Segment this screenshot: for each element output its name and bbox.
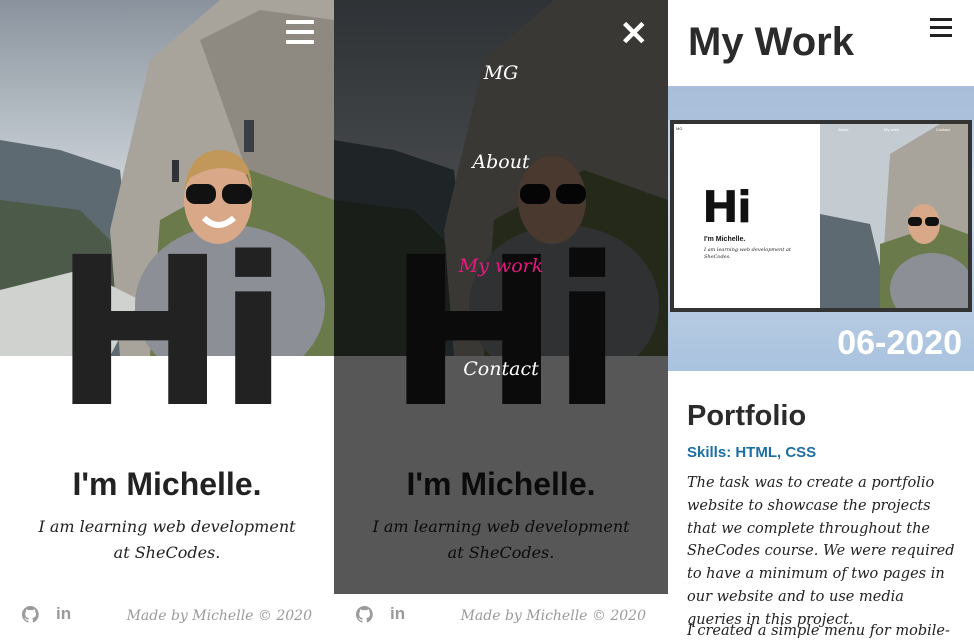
project-screenshot[interactable]: MG Hi I'm Michelle. I am learning web de… <box>670 120 972 312</box>
project-description-continued: I created a simple menu for mobile- <box>687 623 950 639</box>
menu-open-screen: Hi I'm Michelle. I am learning web devel… <box>334 0 668 640</box>
menu-overlay <box>334 0 668 594</box>
menu-toggle-button[interactable] <box>930 18 952 38</box>
menu-item-logo[interactable]: MG <box>334 62 668 84</box>
menu-bar <box>930 34 952 37</box>
project-description: The task was to create a portfolio websi… <box>687 475 955 628</box>
screenshot-logo: MG <box>676 126 683 131</box>
screenshot-subtitle: I am learning web development at SheCode… <box>704 247 791 260</box>
screenshot-left: MG Hi I'm Michelle. I am learning web de… <box>674 124 820 308</box>
screenshot-nav-about: About <box>838 127 849 132</box>
hero-greeting: Hi <box>53 213 288 453</box>
page-title: My Work <box>688 20 854 64</box>
github-icon[interactable] <box>22 606 39 623</box>
linkedin-icon[interactable]: in <box>390 604 405 624</box>
linkedin-icon[interactable]: in <box>56 604 71 624</box>
menu-item-my-work[interactable]: My work <box>334 255 668 277</box>
footer-credit: Made by Michelle © 2020 <box>126 608 312 624</box>
footer: in Made by Michelle © 2020 <box>0 602 334 632</box>
project-date: 06-2020 <box>837 324 962 362</box>
footer: in Made by Michelle © 2020 <box>334 602 668 632</box>
hero-name: I'm Michelle. <box>72 466 262 502</box>
screenshot-photo: About My work Contact <box>820 124 968 308</box>
screenshot-frame: MG Hi I'm Michelle. I am learning web de… <box>674 124 968 308</box>
menu-bar <box>286 20 314 24</box>
screenshot-name: I'm Michelle. <box>704 236 746 243</box>
menu-bar <box>286 40 314 44</box>
project-skills: Skills: HTML, CSS <box>687 444 817 461</box>
screenshot-greeting: Hi <box>702 182 752 233</box>
menu-bar <box>930 26 952 29</box>
menu-toggle-button[interactable] <box>286 20 314 44</box>
project-title: Portfolio <box>687 400 807 432</box>
menu-bar <box>286 30 314 34</box>
github-icon[interactable] <box>356 606 373 623</box>
screenshot-nav-contact: Contact <box>936 127 950 132</box>
home-screen: Hi I'm Michelle. I am learning web devel… <box>0 0 334 640</box>
menu-item-contact[interactable]: Contact <box>334 358 668 380</box>
screenshot-nav-my-work: My work <box>884 127 899 132</box>
project-banner: MG Hi I'm Michelle. I am learning web de… <box>668 86 974 371</box>
footer-credit: Made by Michelle © 2020 <box>460 608 646 624</box>
menu-bar <box>930 18 952 21</box>
close-menu-button[interactable]: ✕ <box>620 14 649 54</box>
banner-stripe <box>668 86 974 120</box>
hero-subtitle: I am learning web development at SheCode… <box>38 517 296 562</box>
my-work-screen: My Work MG Hi I'm Michelle. I am learnin… <box>668 0 974 640</box>
menu-item-about[interactable]: About <box>334 151 668 173</box>
